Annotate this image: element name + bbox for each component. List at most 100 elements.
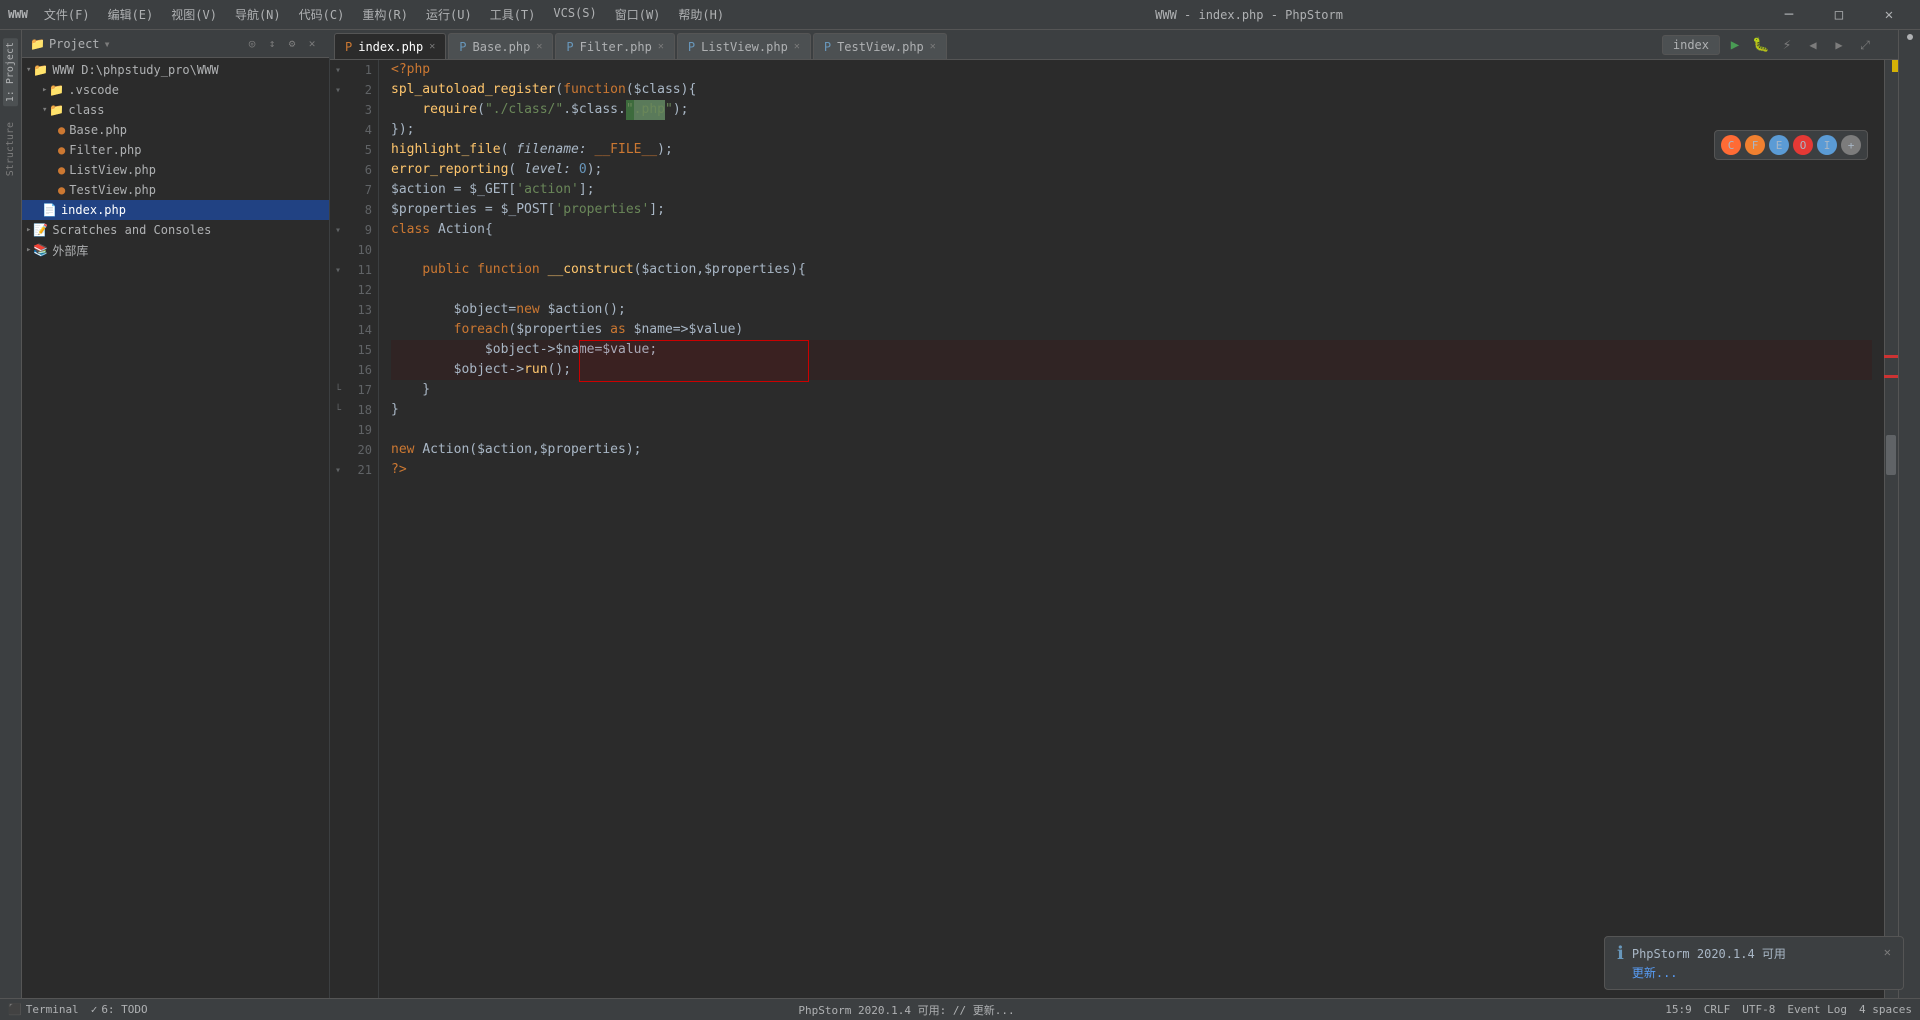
tab-base[interactable]: P Base.php ✕ [448, 33, 553, 59]
notification-close[interactable]: ✕ [1884, 945, 1891, 981]
code-line-9: class Action{ [391, 220, 1872, 240]
edge-icon[interactable]: E [1769, 135, 1789, 155]
php-file-icon5: 📄 [42, 203, 57, 217]
maximize-button[interactable]: □ [1816, 0, 1862, 30]
code-line-3: require("./class/".$class.".php"); [391, 100, 1872, 120]
todo-button[interactable]: ✓ 6: TODO [91, 1003, 148, 1016]
ie-icon[interactable]: I [1817, 135, 1837, 155]
panel-title-dropdown[interactable]: ▾ [104, 37, 111, 51]
minimize-button[interactable]: ─ [1766, 0, 1812, 30]
tab-icon-index: P [345, 40, 352, 54]
code-editor[interactable]: <?php spl_autoload_register(function($cl… [379, 60, 1884, 998]
expand-all-button[interactable]: ↕ [263, 35, 281, 53]
tree-item-base[interactable]: ● Base.php [22, 120, 329, 140]
settings-button[interactable]: ⚙ [283, 35, 301, 53]
chevron-down-icon: ▾ [26, 65, 31, 75]
status-bar: ⬛ Terminal ✓ 6: TODO PhpStorm 2020.1.4 可… [0, 998, 1920, 1020]
todo-label: 6: TODO [101, 1003, 147, 1016]
fold-17: └ [330, 385, 346, 396]
expand-button[interactable]: ⤢ [1854, 34, 1876, 56]
todo-icon: ✓ [91, 1003, 98, 1016]
run-config-select[interactable]: index [1662, 35, 1720, 55]
tab-icon-filter: P [566, 40, 573, 54]
linenum-10: 10 [346, 243, 378, 257]
fold-9[interactable]: ▾ [330, 225, 346, 236]
code-line-4: }); [391, 120, 1872, 140]
tree-item-library[interactable]: ▸ 📚 外部库 [22, 240, 329, 260]
notification-link[interactable]: 更新... [1632, 964, 1876, 981]
opera-icon[interactable]: O [1793, 135, 1813, 155]
tree-item-filter[interactable]: ● Filter.php [22, 140, 329, 160]
menu-edit[interactable]: 编辑(E) [100, 4, 162, 25]
tab-close-base[interactable]: ✕ [536, 41, 542, 52]
chevron-right-icon: ▸ [42, 85, 47, 95]
indent-settings[interactable]: 4 spaces [1859, 1003, 1912, 1016]
menu-window[interactable]: 窗口(W) [607, 4, 669, 25]
back-button[interactable]: ◀ [1802, 34, 1824, 56]
fold-21: ▾ [330, 465, 346, 476]
tab-close-testview[interactable]: ✕ [930, 41, 936, 52]
chrome-icon[interactable]: C [1721, 135, 1741, 155]
folder-icon: 📁 [49, 83, 64, 97]
notification-content: PhpStorm 2020.1.4 可用 更新... [1632, 945, 1876, 981]
forward-button[interactable]: ▶ [1828, 34, 1850, 56]
tab-close-listview[interactable]: ✕ [794, 41, 800, 52]
tree-item-scratches[interactable]: ▸ 📝 Scratches and Consoles [22, 220, 329, 240]
menu-code[interactable]: 代码(C) [291, 4, 353, 25]
structure-tool-button[interactable]: Structure [3, 118, 18, 180]
tree-item-listview[interactable]: ● ListView.php [22, 160, 329, 180]
terminal-button[interactable]: ⬛ Terminal [8, 1003, 79, 1016]
menu-file[interactable]: 文件(F) [36, 4, 98, 25]
tree-item-vscode[interactable]: ▸ 📁 .vscode [22, 80, 329, 100]
run-button[interactable]: ▶ [1724, 34, 1746, 56]
event-log[interactable]: Event Log [1787, 1003, 1847, 1016]
project-tool-button[interactable]: 1: Project [3, 38, 18, 106]
code-line-16: $object->run(); [391, 360, 1872, 380]
fold-1[interactable]: ▾ [330, 65, 346, 76]
linenum-17: 17 [346, 383, 378, 397]
fold-2[interactable]: ▾ [330, 85, 346, 96]
tree-label-library: 外部库 [52, 242, 88, 259]
tab-testview[interactable]: P TestView.php ✕ [813, 33, 947, 59]
locate-file-button[interactable]: ◎ [243, 35, 261, 53]
tab-icon-listview: P [688, 40, 695, 54]
menu-tools[interactable]: 工具(T) [482, 4, 544, 25]
folder-icon: 📁 [33, 63, 48, 77]
menu-vcs[interactable]: VCS(S) [545, 4, 604, 25]
file-encoding[interactable]: UTF-8 [1742, 1003, 1775, 1016]
firefox-icon[interactable]: F [1745, 135, 1765, 155]
tree-item-testview[interactable]: ● TestView.php [22, 180, 329, 200]
debug-button[interactable]: 🐛 [1750, 34, 1772, 56]
tab-icon-testview: P [824, 40, 831, 54]
fold-11[interactable]: ▾ [330, 265, 346, 276]
menu-view[interactable]: 视图(V) [163, 4, 225, 25]
tab-listview[interactable]: P ListView.php ✕ [677, 33, 811, 59]
right-tool-dot[interactable] [1907, 34, 1913, 40]
tree-item-index[interactable]: 📄 index.php [22, 200, 329, 220]
menu-run[interactable]: 运行(U) [418, 4, 480, 25]
menu-navigate[interactable]: 导航(N) [227, 4, 289, 25]
hide-panel-button[interactable]: ✕ [303, 35, 321, 53]
tree-label-class: class [68, 103, 104, 117]
menu-help[interactable]: 帮助(H) [670, 4, 732, 25]
tab-label-testview: TestView.php [837, 40, 924, 54]
menu-refactor[interactable]: 重构(R) [354, 4, 416, 25]
close-button[interactable]: ✕ [1866, 0, 1912, 30]
tree-item-www[interactable]: ▾ 📁 WWW D:\phpstudy_pro\WWW [22, 60, 329, 80]
scroll-thumb[interactable] [1886, 435, 1896, 475]
php-open-tag: <?php [391, 60, 430, 80]
code-line-13: $object=new $action(); [391, 300, 1872, 320]
tree-item-class[interactable]: ▾ 📁 class [22, 100, 329, 120]
tab-filter[interactable]: P Filter.php ✕ [555, 33, 675, 59]
tab-index[interactable]: P index.php ✕ [334, 33, 446, 59]
tab-close-index[interactable]: ✕ [429, 41, 435, 52]
cursor-position[interactable]: 15:9 [1665, 1003, 1692, 1016]
file-tree: ▾ 📁 WWW D:\phpstudy_pro\WWW ▸ 📁 .vscode … [22, 58, 329, 1020]
line-endings[interactable]: CRLF [1704, 1003, 1731, 1016]
tab-close-filter[interactable]: ✕ [658, 41, 664, 52]
code-line-11: public function __construct($action,$pro… [391, 260, 1872, 280]
tab-label-base: Base.php [473, 40, 531, 54]
coverage-button[interactable]: ⚡ [1776, 34, 1798, 56]
more-browsers-icon[interactable]: + [1841, 135, 1861, 155]
editor-scrollbar[interactable] [1884, 60, 1898, 998]
